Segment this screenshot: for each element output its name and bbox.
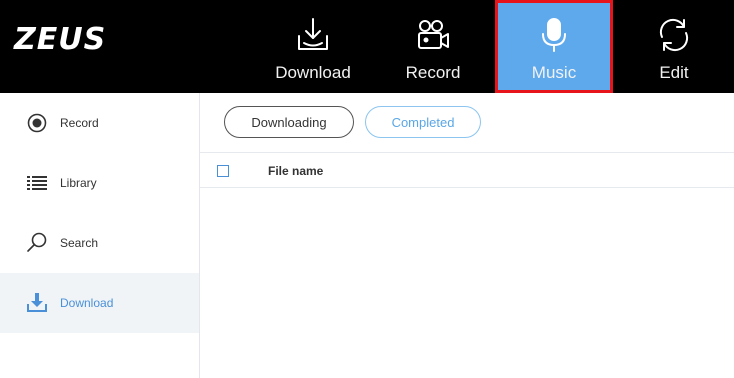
- sidebar-item-record[interactable]: Record: [0, 93, 199, 153]
- select-all-checkbox[interactable]: [217, 165, 229, 177]
- sidebar-item-library[interactable]: Library: [0, 153, 199, 213]
- sidebar-item-label: Download: [60, 296, 114, 310]
- table-header: File name: [200, 152, 734, 188]
- video-camera-icon: [374, 16, 492, 54]
- tab-record[interactable]: Record: [374, 0, 492, 93]
- main-content: Downloading Completed File name: [200, 93, 734, 378]
- sidebar-item-label: Search: [60, 236, 99, 250]
- column-header-file-name[interactable]: File name: [268, 164, 323, 178]
- download-icon: [26, 292, 48, 314]
- downloading-filter-button[interactable]: Downloading: [224, 106, 354, 138]
- sidebar-item-search[interactable]: Search: [0, 213, 199, 273]
- list-icon: [26, 172, 48, 194]
- sidebar-item-label: Library: [60, 176, 97, 190]
- sidebar-item-label: Record: [60, 116, 99, 130]
- microphone-icon: [495, 16, 613, 54]
- tab-download-label: Download: [275, 63, 351, 82]
- search-icon: [26, 232, 48, 254]
- tab-music-label: Music: [531, 63, 577, 82]
- app-logo: ZEUS: [14, 22, 107, 57]
- completed-filter-button[interactable]: Completed: [365, 106, 481, 138]
- tab-edit-label: Edit: [659, 63, 689, 82]
- tab-record-label: Record: [405, 63, 461, 82]
- record-icon: [26, 112, 48, 134]
- tab-music[interactable]: Music: [495, 0, 613, 93]
- sidebar-item-download[interactable]: Download: [0, 273, 199, 333]
- tab-download[interactable]: Download: [254, 0, 372, 93]
- sidebar: Record Library Search Download: [0, 93, 200, 378]
- top-navigation-bar: ZEUS Download Record Music Edit: [0, 0, 734, 93]
- download-tray-icon: [254, 16, 372, 54]
- refresh-cycle-icon: [615, 16, 733, 54]
- tab-edit[interactable]: Edit: [615, 0, 733, 93]
